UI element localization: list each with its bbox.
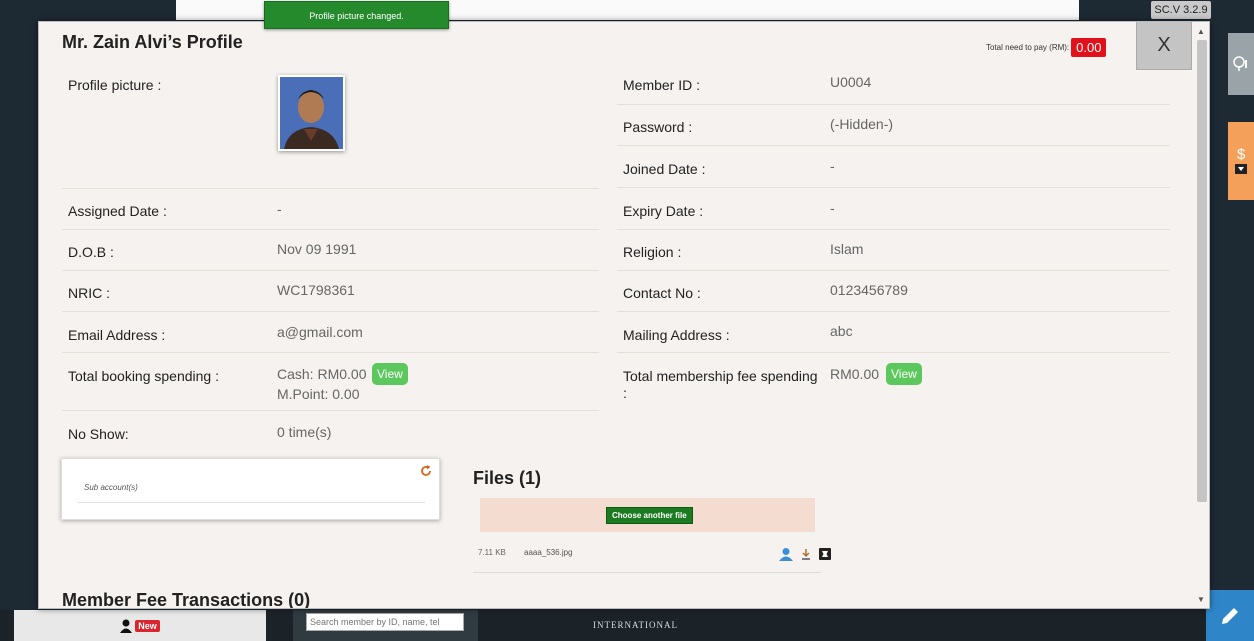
joined-date-label: Joined Date : [623,161,706,177]
info-location-icon [1233,56,1247,71]
scrollbar[interactable]: ▲ ▼ [1195,26,1207,606]
row-membership-fee: Total membership fee spending : RM0.00 V… [617,354,1170,411]
user-icon [120,619,133,633]
booking-spending-label: Total booking spending : [68,368,219,384]
side-tab-payment[interactable]: $ [1228,122,1254,200]
row-member-id: Member ID : U0004 [617,65,1170,105]
joined-date-value: - [830,158,835,174]
member-id-value: U0004 [830,74,872,90]
svg-text:$: $ [1237,146,1246,163]
brand-text: INTERNATIONAL [593,620,678,630]
booking-view-button[interactable]: View [372,363,408,385]
expiry-date-label: Expiry Date : [623,203,704,219]
email-value: a@gmail.com [277,324,363,340]
row-assigned-date: Assigned Date : - [62,190,599,230]
booking-cash-value: Cash: RM0.00 [277,366,367,382]
nric-label: NRIC : [68,285,110,301]
row-dob: D.O.B : Nov 09 1991 [62,231,599,271]
row-booking-spending: Total booking spending : Cash: RM0.00 M.… [62,354,599,411]
total-pay-amount: 0.00 [1071,38,1107,57]
file-upload-area: Choose another file [480,498,815,532]
delete-icon[interactable] [819,548,831,560]
membership-fee-label: Total membership fee spending [623,368,818,384]
divider [78,502,425,503]
edit-fab-button[interactable] [1206,590,1254,641]
row-mailing-address: Mailing Address : abc [617,313,1170,353]
side-tab-info[interactable] [1228,33,1254,95]
file-actions [779,547,831,561]
mailing-address-value: abc [830,323,853,339]
expiry-date-value: - [830,200,835,216]
choose-file-button[interactable]: Choose another file [606,507,693,524]
member-fee-transactions-title: Member Fee Transactions (0) [62,590,311,609]
no-show-value: 0 time(s) [277,424,332,440]
new-badge: New [135,619,160,632]
password-value: (-Hidden-) [830,116,894,132]
refresh-icon[interactable] [419,464,433,478]
page-title: Mr. Zain Alvi’s Profile [62,32,243,52]
password-label: Password : [623,119,693,135]
profile-modal: Mr. Zain Alvi’s Profile Total need to pa… [38,21,1210,609]
dob-label: D.O.B : [68,244,114,260]
toast-notification: Profile picture changed. [264,1,449,29]
files-title: Files (1) [473,468,542,488]
membership-fee-value: RM0.00 [830,366,880,382]
row-no-show: No Show: 0 time(s) [62,412,599,452]
member-id-label: Member ID : [623,77,701,93]
email-label: Email Address : [68,327,166,343]
dollar-wallet-icon: $ [1235,146,1247,174]
religion-value: Islam [830,241,864,257]
religion-label: Religion : [623,244,682,260]
scroll-down-arrow[interactable]: ▼ [1195,594,1207,606]
mailing-address-label: Mailing Address : [623,327,730,343]
total-pay-label: Total need to pay (RM): [986,43,1070,52]
nric-value: WC1798361 [277,282,355,298]
new-member-button[interactable]: New [14,610,266,641]
row-religion: Religion : Islam [617,231,1170,271]
file-size: 7.11 KB [478,548,506,557]
member-search-input[interactable] [306,613,464,631]
row-expiry-date: Expiry Date : - [617,190,1170,230]
dob-value: Nov 09 1991 [277,241,357,257]
profile-picture[interactable] [278,75,345,151]
download-icon[interactable] [800,548,812,560]
no-show-label: No Show: [68,426,129,442]
list-item: 7.11 KB aaaa_536.jpg [473,539,831,573]
sub-accounts-label: Sub account(s) [84,483,138,492]
row-email: Email Address : a@gmail.com [62,313,599,353]
scroll-up-arrow[interactable]: ▲ [1195,26,1207,38]
total-need-to-pay: Total need to pay (RM): 0.00 [986,38,1107,57]
assigned-date-label: Assigned Date : [68,203,167,219]
row-nric: NRIC : WC1798361 [62,272,599,312]
file-name[interactable]: aaaa_536.jpg [524,548,573,557]
membership-fee-label-colon: : [623,385,627,401]
booking-mpoint-value: M.Point: 0.00 [277,386,360,402]
contact-no-value: 0123456789 [830,282,908,298]
row-contact-no: Contact No : 0123456789 [617,272,1170,312]
pencil-icon [1222,607,1238,624]
scroll-thumb[interactable] [1197,40,1207,502]
avatar-photo-icon [280,77,343,149]
row-password: Password : (-Hidden-) [617,106,1170,146]
set-profile-user-icon[interactable] [779,547,793,561]
version-badge: SC.V 3.2.9 [1151,1,1211,19]
sub-accounts-panel: Sub account(s) [61,458,440,520]
membership-fee-view-button[interactable]: View [886,363,922,385]
contact-no-label: Contact No : [623,285,701,301]
profile-picture-label: Profile picture : [68,77,162,93]
assigned-date-value: - [277,201,282,217]
close-button[interactable]: X [1136,22,1192,70]
row-joined-date: Joined Date : - [617,148,1170,188]
